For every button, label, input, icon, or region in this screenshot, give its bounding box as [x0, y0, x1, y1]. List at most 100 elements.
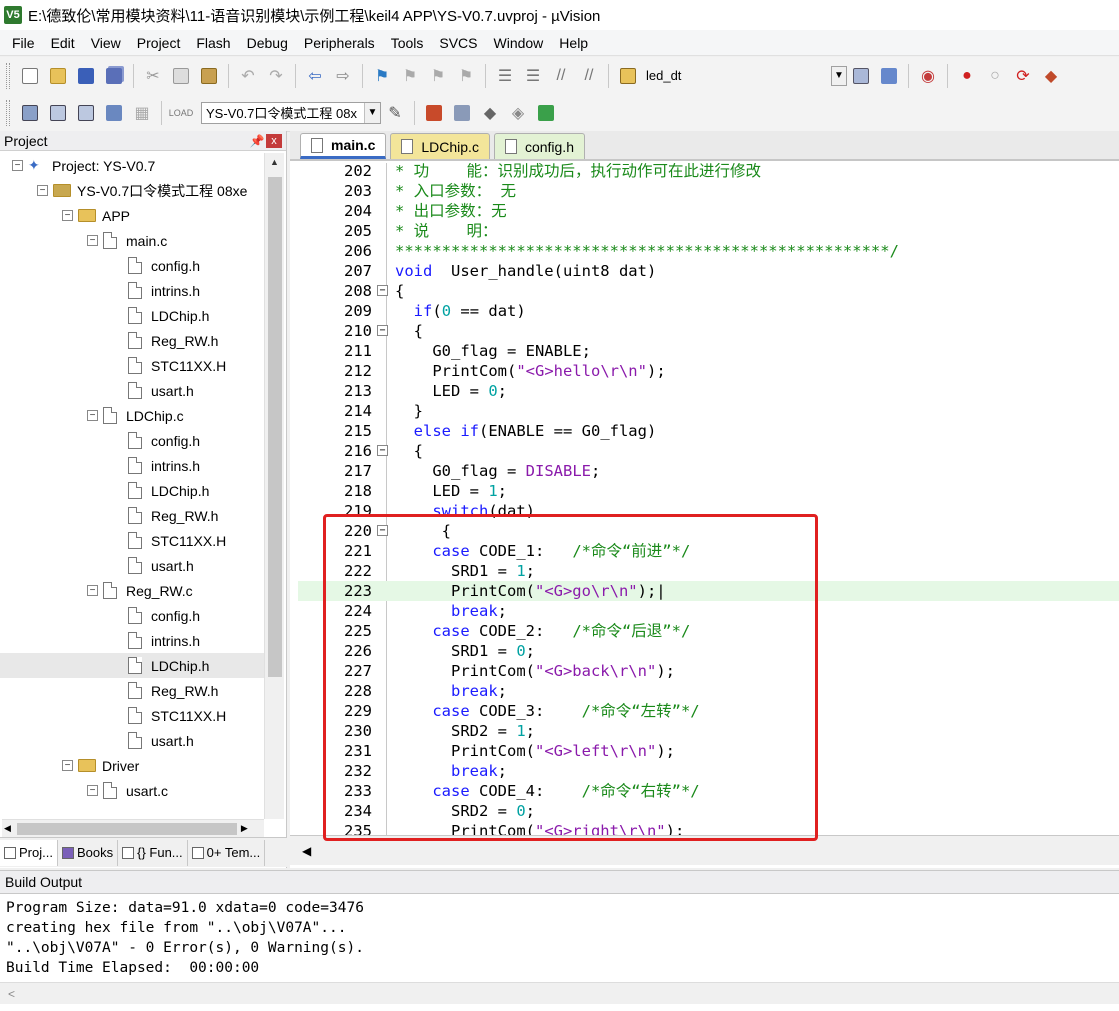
tree-item[interactable]: config.h — [0, 253, 268, 278]
code-line[interactable]: 234 SRD2 = 0; — [298, 801, 1119, 821]
code-line[interactable]: 232 break; — [298, 761, 1119, 781]
tree-item[interactable]: − APP — [0, 203, 268, 228]
find-combo[interactable]: led_dt ▼ — [642, 65, 847, 87]
tree-item[interactable]: Reg_RW.h — [0, 503, 268, 528]
editor-tab-main-c[interactable]: main.c — [300, 133, 387, 159]
target-combo[interactable]: YS-V0.7口令模式工程 08x ▼ — [201, 101, 381, 124]
code-line[interactable]: 223 PrintCom("<G>go\r\n");| — [298, 581, 1119, 601]
chevron-down-icon[interactable]: ▼ — [364, 102, 380, 123]
tree-item[interactable]: − ✦ Project: YS-V0.7 — [0, 153, 268, 178]
code-line[interactable]: 222 SRD1 = 1; — [298, 561, 1119, 581]
tree-item[interactable]: − Reg_RW.c — [0, 578, 268, 603]
code-line[interactable]: 208−{ — [298, 281, 1119, 301]
code-line[interactable]: 230 SRD2 = 1; — [298, 721, 1119, 741]
tree-item[interactable]: usart.h — [0, 728, 268, 753]
tree-item[interactable]: intrins.h — [0, 278, 268, 303]
new-file-icon[interactable] — [18, 64, 42, 88]
select-packs-icon[interactable]: ◆ — [478, 101, 502, 125]
menu-window[interactable]: Window — [486, 30, 552, 56]
incremental-find-icon[interactable] — [849, 64, 873, 88]
tree-item[interactable]: − usart.c — [0, 778, 268, 803]
stop-build-icon[interactable]: ▦ — [130, 101, 154, 125]
breakpoint-settings-icon[interactable]: ◆ — [1039, 64, 1063, 88]
undo-icon[interactable]: ↶ — [236, 64, 260, 88]
redo-icon[interactable]: ↷ — [264, 64, 288, 88]
collapse-toggle-icon[interactable]: − — [62, 210, 73, 221]
open-folder-icon[interactable] — [46, 64, 70, 88]
menu-debug[interactable]: Debug — [239, 30, 296, 56]
code-line[interactable]: 225 case CODE_2: /*命令“后退”*/ — [298, 621, 1119, 641]
code-line[interactable]: 216− { — [298, 441, 1119, 461]
scroll-up-icon[interactable]: ▲ — [265, 153, 284, 171]
code-line[interactable]: 217 G0_flag = DISABLE; — [298, 461, 1119, 481]
chevron-down-icon[interactable]: ▼ — [831, 65, 847, 86]
cut-icon[interactable]: ✂ — [141, 64, 165, 88]
manage-components-icon[interactable] — [450, 101, 474, 125]
collapse-toggle-icon[interactable]: − — [87, 410, 98, 421]
menu-svcs[interactable]: SVCS — [431, 30, 485, 56]
unindent-icon[interactable]: ☰ — [521, 64, 545, 88]
scroll-left-icon[interactable]: ◀ — [302, 844, 311, 858]
collapse-toggle-icon[interactable]: − — [12, 160, 23, 171]
editor-tab-config-h[interactable]: config.h — [493, 133, 585, 159]
tree-item[interactable]: config.h — [0, 603, 268, 628]
translate-icon[interactable] — [18, 101, 42, 125]
debug-session-icon[interactable]: ◉ — [916, 64, 940, 88]
breakpoint-icon[interactable]: ● — [955, 64, 979, 88]
tree-item[interactable]: LDChip.h — [0, 303, 268, 328]
bookmark-icon[interactable]: ⚑ — [370, 64, 394, 88]
fold-toggle-icon[interactable]: − — [377, 525, 388, 536]
code-line[interactable]: 218 LED = 1; — [298, 481, 1119, 501]
batch-build-icon[interactable] — [102, 101, 126, 125]
code-line[interactable]: 204 * 出口参数：无 — [298, 201, 1119, 221]
editor-horizontal-scrollbar[interactable]: ◀ — [290, 835, 1119, 865]
toolbar-grip[interactable] — [6, 62, 10, 89]
comment-icon[interactable]: // — [549, 64, 573, 88]
code-line[interactable]: 214 } — [298, 401, 1119, 421]
collapse-toggle-icon[interactable]: − — [37, 185, 48, 196]
code-line[interactable]: 215 else if(ENABLE == G0_flag) — [298, 421, 1119, 441]
code-line[interactable]: 226 SRD1 = 0; — [298, 641, 1119, 661]
indent-icon[interactable]: ☰ — [493, 64, 517, 88]
uncomment-icon[interactable]: // — [577, 64, 601, 88]
code-line[interactable]: 233 case CODE_4: /*命令“右转”*/ — [298, 781, 1119, 801]
collapse-toggle-icon[interactable]: − — [62, 760, 73, 771]
build-output-scrollbar[interactable]: < — [0, 982, 1119, 1004]
panel-tab-0[interactable]: Proj... — [0, 839, 58, 866]
code-line[interactable]: 210− { — [298, 321, 1119, 341]
code-line[interactable]: 209 if(0 == dat) — [298, 301, 1119, 321]
target-options-icon[interactable]: ✎ — [383, 101, 407, 125]
rebuild-icon[interactable] — [74, 101, 98, 125]
collapse-toggle-icon[interactable]: − — [87, 585, 98, 596]
scroll-thumb[interactable] — [16, 822, 237, 835]
find-icon[interactable] — [877, 64, 901, 88]
code-line[interactable]: 202 * 功 能：识别成功后，执行动作可在此进行修改 — [298, 163, 1119, 181]
tree-item[interactable]: intrins.h — [0, 453, 268, 478]
tree-item[interactable]: − main.c — [0, 228, 268, 253]
panel-tab-2[interactable]: {} Fun... — [118, 839, 188, 866]
save-all-icon[interactable] — [102, 64, 126, 88]
code-line[interactable]: 220− { — [298, 521, 1119, 541]
prev-bookmark-icon[interactable]: ⚑ — [398, 64, 422, 88]
menu-help[interactable]: Help — [551, 30, 596, 56]
tree-item[interactable]: − YS-V0.7口令模式工程 08xe — [0, 178, 268, 203]
copy-icon[interactable] — [169, 64, 193, 88]
code-line[interactable]: 229 case CODE_3: /*命令“左转”*/ — [298, 701, 1119, 721]
tree-vertical-scrollbar[interactable]: ▲ — [264, 153, 284, 819]
menu-project[interactable]: Project — [129, 30, 189, 56]
tree-horizontal-scrollbar[interactable]: ◀ ▶ — [2, 819, 264, 837]
tree-item[interactable]: usart.h — [0, 378, 268, 403]
tree-item[interactable]: LDChip.h — [0, 478, 268, 503]
tree-item[interactable]: Reg_RW.h — [0, 328, 268, 353]
paste-icon[interactable] — [197, 64, 221, 88]
code-line[interactable]: 219 switch(dat) — [298, 501, 1119, 521]
tree-item[interactable]: − Driver — [0, 753, 268, 778]
scroll-right-icon[interactable]: ▶ — [241, 823, 248, 834]
collapse-toggle-icon[interactable]: − — [87, 785, 98, 796]
file-extensions-icon[interactable] — [422, 101, 446, 125]
code-line[interactable]: 203 * 入口参数： 无 — [298, 181, 1119, 201]
pin-icon[interactable]: 📌 — [248, 134, 266, 148]
scroll-left-icon[interactable]: ◀ — [2, 823, 13, 834]
code-line[interactable]: 206 *************************************… — [298, 241, 1119, 261]
close-icon[interactable]: x — [266, 133, 282, 148]
